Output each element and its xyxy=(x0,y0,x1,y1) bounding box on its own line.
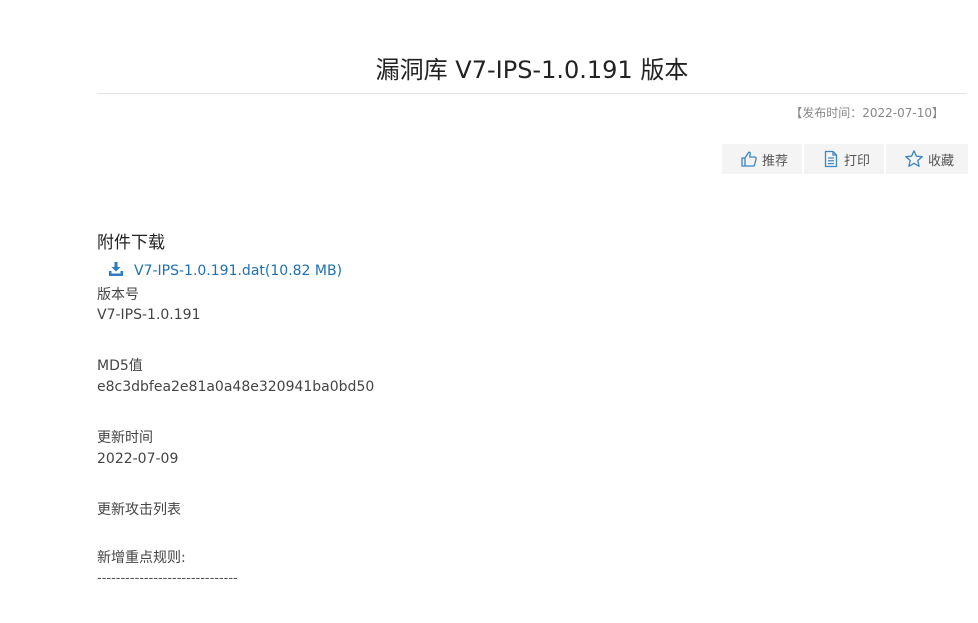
download-icon xyxy=(108,261,124,281)
favorite-label: 收藏 xyxy=(927,153,954,169)
recommend-button[interactable]: 推荐 xyxy=(721,144,802,174)
update-time-value: 2022-07-09 xyxy=(97,451,179,467)
title-divider xyxy=(97,93,967,94)
new-rules-label: 新增重点规则: xyxy=(97,550,186,566)
document-icon xyxy=(822,150,840,168)
md5-value: e8c3dbfea2e81a0a48e320941ba0bd50 xyxy=(97,379,375,395)
star-icon xyxy=(904,149,924,169)
page: 漏洞库 V7-IPS-1.0.191 版本 【发布时间：2022-07-10】 … xyxy=(0,0,978,623)
update-time-label: 更新时间 xyxy=(97,430,153,446)
publish-time: 【发布时间：2022-07-10】 xyxy=(790,106,944,120)
attachment-section-title: 附件下载 xyxy=(97,233,165,253)
attack-list-label: 更新攻击列表 xyxy=(97,502,181,518)
recommend-label: 推荐 xyxy=(761,153,788,169)
separator-dashes: ------------------------------ xyxy=(97,571,238,586)
attachment-download-link[interactable]: V7-IPS-1.0.191.dat(10.82 MB) xyxy=(108,261,342,281)
print-button[interactable]: 打印 xyxy=(803,144,884,174)
thumbs-up-icon xyxy=(740,150,758,168)
md5-label: MD5值 xyxy=(97,358,143,374)
print-label: 打印 xyxy=(843,153,870,169)
version-label: 版本号 xyxy=(97,287,139,303)
version-value: V7-IPS-1.0.191 xyxy=(97,307,201,323)
favorite-button[interactable]: 收藏 xyxy=(885,144,968,174)
action-bar: 推荐 打印 收藏 xyxy=(721,144,968,174)
attachment-file-name: V7-IPS-1.0.191.dat(10.82 MB) xyxy=(134,263,343,279)
page-title: 漏洞库 V7-IPS-1.0.191 版本 xyxy=(375,56,689,85)
